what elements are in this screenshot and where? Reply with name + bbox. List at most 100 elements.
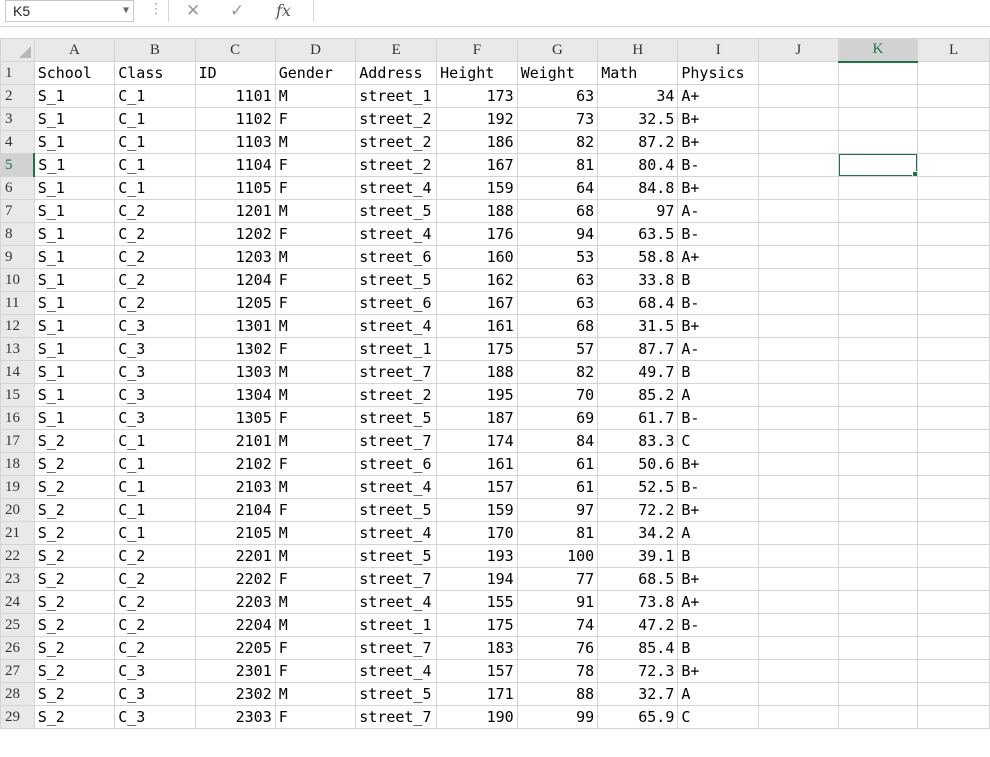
cell-e9[interactable]: street_6 <box>355 245 438 269</box>
cell-j3[interactable] <box>758 107 839 131</box>
cell-k14[interactable] <box>837 360 919 384</box>
cell-e1[interactable]: Address <box>355 61 438 85</box>
cell-b22[interactable]: C_2 <box>114 544 196 568</box>
cell-d26[interactable]: F <box>274 636 357 660</box>
cell-j19[interactable] <box>758 475 839 499</box>
cell-h29[interactable]: 65.9 <box>597 705 679 729</box>
row-header[interactable]: 6 <box>0 176 35 200</box>
cell-k4[interactable] <box>837 130 919 154</box>
cell-b10[interactable]: C_2 <box>114 268 196 292</box>
cell-l25[interactable] <box>917 613 990 637</box>
column-header-d[interactable]: D <box>274 38 357 62</box>
cell-f13[interactable]: 175 <box>436 337 518 361</box>
cell-g11[interactable]: 63 <box>516 291 599 315</box>
cell-i15[interactable]: A <box>677 383 760 407</box>
cell-k17[interactable] <box>837 429 919 453</box>
cell-e4[interactable]: street_2 <box>355 130 438 154</box>
cell-h22[interactable]: 39.1 <box>597 544 679 568</box>
cell-d24[interactable]: M <box>274 590 357 614</box>
cell-c18[interactable]: 2102 <box>194 452 276 476</box>
cell-b3[interactable]: C_1 <box>114 107 196 131</box>
cell-h11[interactable]: 68.4 <box>597 291 679 315</box>
cell-l12[interactable] <box>917 314 990 338</box>
cell-f26[interactable]: 183 <box>436 636 518 660</box>
cell-c3[interactable]: 1102 <box>194 107 276 131</box>
row-header[interactable]: 28 <box>0 682 35 706</box>
cell-a25[interactable]: S_2 <box>33 613 116 637</box>
cell-l13[interactable] <box>917 337 990 361</box>
row-header[interactable]: 24 <box>0 590 35 614</box>
row-header[interactable]: 29 <box>0 705 35 729</box>
cell-l28[interactable] <box>917 682 990 706</box>
cell-g10[interactable]: 63 <box>516 268 599 292</box>
cell-i22[interactable]: B <box>677 544 760 568</box>
cell-d7[interactable]: M <box>274 199 357 223</box>
cell-c13[interactable]: 1302 <box>194 337 276 361</box>
row-header[interactable]: 20 <box>0 498 35 522</box>
cell-j27[interactable] <box>758 659 839 683</box>
cell-g22[interactable]: 100 <box>516 544 599 568</box>
select-all-button[interactable] <box>0 38 35 62</box>
cell-j25[interactable] <box>758 613 839 637</box>
cell-b4[interactable]: C_1 <box>114 130 196 154</box>
cell-c16[interactable]: 1305 <box>194 406 276 430</box>
cell-j24[interactable] <box>758 590 839 614</box>
cell-d6[interactable]: F <box>274 176 357 200</box>
cell-l5[interactable] <box>917 153 990 177</box>
cell-l19[interactable] <box>917 475 990 499</box>
cell-d25[interactable]: M <box>274 613 357 637</box>
enter-icon[interactable]: ✓ <box>230 0 244 22</box>
cell-c26[interactable]: 2205 <box>194 636 276 660</box>
cell-h19[interactable]: 52.5 <box>597 475 679 499</box>
cell-e10[interactable]: street_5 <box>355 268 438 292</box>
cell-a23[interactable]: S_2 <box>33 567 116 591</box>
cell-i2[interactable]: A+ <box>677 84 760 108</box>
cell-h8[interactable]: 63.5 <box>597 222 679 246</box>
row-header[interactable]: 11 <box>0 291 35 315</box>
cell-a13[interactable]: S_1 <box>33 337 116 361</box>
cell-d21[interactable]: M <box>274 521 357 545</box>
cell-i8[interactable]: B- <box>677 222 760 246</box>
row-header[interactable]: 27 <box>0 659 35 683</box>
cell-c12[interactable]: 1301 <box>194 314 276 338</box>
cell-c28[interactable]: 2302 <box>194 682 276 706</box>
cell-e19[interactable]: street_4 <box>355 475 438 499</box>
cell-j28[interactable] <box>758 682 839 706</box>
cell-l22[interactable] <box>917 544 990 568</box>
cell-i19[interactable]: B- <box>677 475 760 499</box>
column-header-a[interactable]: A <box>33 38 116 62</box>
cell-k13[interactable] <box>837 337 919 361</box>
row-header[interactable]: 19 <box>0 475 35 499</box>
cell-e16[interactable]: street_5 <box>355 406 438 430</box>
cell-b26[interactable]: C_2 <box>114 636 196 660</box>
cell-f8[interactable]: 176 <box>436 222 518 246</box>
insert-function-icon[interactable]: fx <box>276 0 291 22</box>
cell-b21[interactable]: C_1 <box>114 521 196 545</box>
cell-b8[interactable]: C_2 <box>114 222 196 246</box>
cell-f15[interactable]: 195 <box>436 383 518 407</box>
cell-l26[interactable] <box>917 636 990 660</box>
cell-a2[interactable]: S_1 <box>33 84 116 108</box>
row-header[interactable]: 12 <box>0 314 35 338</box>
cell-j23[interactable] <box>758 567 839 591</box>
row-header[interactable]: 5 <box>0 153 36 177</box>
cell-e11[interactable]: street_6 <box>355 291 438 315</box>
cell-c17[interactable]: 2101 <box>194 429 276 453</box>
row-header[interactable]: 21 <box>0 521 35 545</box>
cell-l15[interactable] <box>917 383 990 407</box>
cell-b11[interactable]: C_2 <box>114 291 196 315</box>
cell-a11[interactable]: S_1 <box>33 291 116 315</box>
cell-f19[interactable]: 157 <box>436 475 518 499</box>
cell-i12[interactable]: B+ <box>677 314 760 338</box>
cell-e13[interactable]: street_1 <box>355 337 438 361</box>
cell-d13[interactable]: F <box>274 337 357 361</box>
cell-c27[interactable]: 2301 <box>194 659 276 683</box>
cell-i5[interactable]: B- <box>677 153 760 177</box>
cell-g25[interactable]: 74 <box>516 613 599 637</box>
cell-e23[interactable]: street_7 <box>355 567 438 591</box>
cell-b6[interactable]: C_1 <box>114 176 196 200</box>
cell-g7[interactable]: 68 <box>516 199 599 223</box>
row-header[interactable]: 17 <box>0 429 35 453</box>
cell-k3[interactable] <box>837 107 919 131</box>
cell-l4[interactable] <box>917 130 990 154</box>
